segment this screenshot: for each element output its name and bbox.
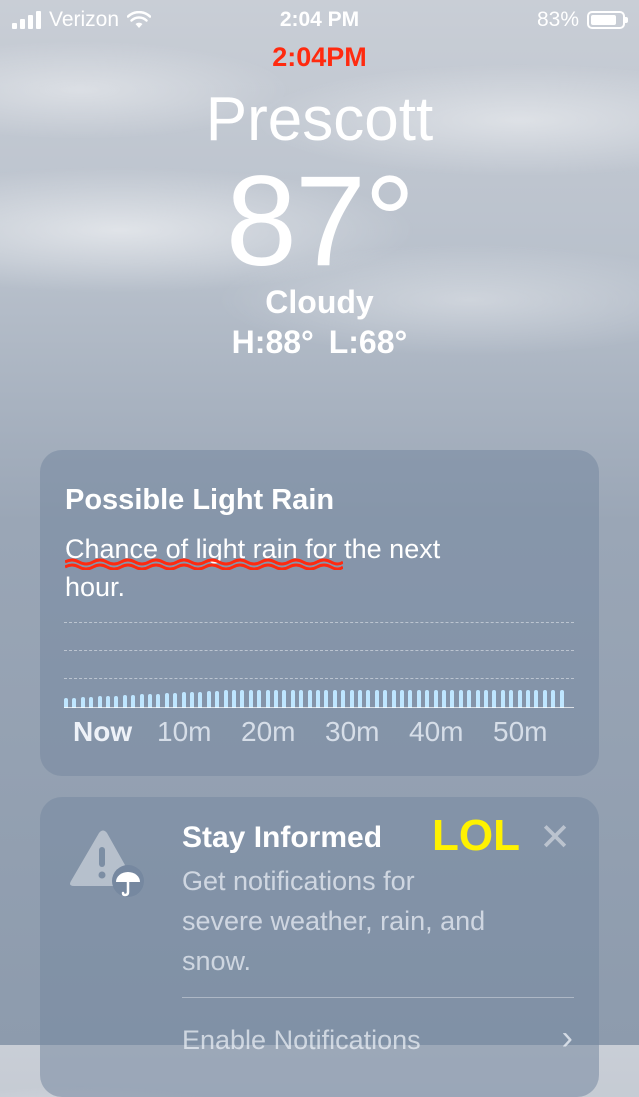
lol-annotation: LOL bbox=[432, 811, 520, 860]
divider bbox=[182, 997, 574, 998]
precipitation-bar bbox=[391, 690, 396, 708]
precipitation-bar bbox=[223, 690, 228, 708]
precipitation-bar bbox=[500, 690, 505, 708]
precipitation-bar bbox=[215, 690, 220, 708]
precipitation-bar bbox=[324, 690, 329, 708]
precipitation-bar bbox=[484, 690, 488, 708]
red-time-annotation: 2:04PM bbox=[272, 42, 367, 72]
axis-label-30m: 30m bbox=[325, 716, 380, 747]
precipitation-bar bbox=[442, 690, 446, 708]
precipitation-bar bbox=[248, 690, 253, 708]
city-name: Prescott bbox=[205, 85, 434, 154]
precipitation-bar bbox=[173, 692, 178, 708]
precipitation-title: Possible Light Rain bbox=[65, 484, 335, 516]
precipitation-bar bbox=[542, 690, 547, 708]
precipitation-bar bbox=[458, 690, 463, 708]
chart-gridline bbox=[64, 650, 574, 651]
precipitation-bar bbox=[400, 690, 404, 708]
chart-baseline bbox=[64, 707, 574, 708]
precipitation-bar bbox=[257, 690, 262, 708]
precipitation-bar bbox=[198, 691, 203, 708]
precipitation-bar bbox=[299, 690, 304, 708]
high-low-temperature: H:88° L:68° bbox=[231, 324, 408, 360]
battery-percent: 83% bbox=[536, 8, 579, 31]
precipitation-bar bbox=[551, 690, 556, 708]
precipitation-bar bbox=[509, 690, 514, 708]
status-bar: Verizon 2:04 PM 83% bbox=[0, 0, 639, 42]
precipitation-bar bbox=[139, 694, 144, 708]
precipitation-bar bbox=[148, 694, 152, 708]
chart-gridline bbox=[64, 622, 574, 623]
precipitation-bar bbox=[366, 690, 371, 708]
precipitation-bar bbox=[156, 693, 161, 708]
precipitation-bar bbox=[164, 693, 169, 708]
precipitation-bar bbox=[416, 690, 421, 708]
precipitation-bar bbox=[526, 690, 530, 708]
axis-label-50m: 50m bbox=[493, 716, 548, 747]
battery-group: 83% bbox=[536, 8, 628, 32]
precipitation-bar bbox=[290, 690, 295, 708]
precipitation-bar bbox=[307, 690, 312, 708]
axis-label-20m: 20m bbox=[241, 716, 296, 747]
precipitation-bar bbox=[492, 690, 497, 708]
current-temperature: 87° bbox=[225, 150, 416, 293]
axis-label-10m: 10m bbox=[157, 716, 212, 747]
close-icon[interactable]: ✕ bbox=[539, 815, 571, 860]
axis-label-now: Now bbox=[73, 716, 133, 747]
precipitation-bar bbox=[425, 690, 430, 708]
precipitation-bar bbox=[316, 690, 320, 708]
axis-label-40m: 40m bbox=[409, 716, 464, 747]
precipitation-bar bbox=[475, 690, 480, 708]
precipitation-bar bbox=[450, 690, 455, 708]
weather-condition: Cloudy bbox=[265, 284, 374, 320]
stay-informed-title: Stay Informed bbox=[182, 821, 383, 854]
precipitation-bar bbox=[534, 690, 539, 708]
precipitation-bar bbox=[358, 690, 362, 708]
enable-notifications-button[interactable]: Enable Notifications bbox=[182, 1025, 421, 1056]
red-scribble-annotation bbox=[65, 558, 343, 570]
precipitation-bar bbox=[517, 690, 522, 708]
precipitation-bar bbox=[341, 690, 346, 708]
precipitation-bar bbox=[408, 690, 413, 708]
battery-icon bbox=[587, 11, 628, 29]
precipitation-bars bbox=[64, 678, 574, 708]
precipitation-bar bbox=[232, 690, 236, 708]
precipitation-bar bbox=[181, 692, 186, 708]
precipitation-bar bbox=[282, 690, 287, 708]
severe-weather-warning-icon bbox=[70, 830, 144, 897]
chevron-right-icon[interactable]: › bbox=[562, 1019, 573, 1058]
precipitation-bar bbox=[349, 690, 354, 708]
precipitation-bar bbox=[433, 690, 438, 708]
stay-informed-card: Stay Informed LOL ✕ Get notifications fo… bbox=[40, 797, 599, 1097]
precipitation-bar bbox=[559, 690, 564, 708]
precipitation-bar bbox=[265, 690, 270, 708]
precipitation-bar bbox=[274, 690, 278, 708]
precipitation-chart bbox=[64, 620, 574, 714]
precipitation-bar bbox=[467, 690, 472, 708]
precipitation-bar bbox=[374, 690, 379, 708]
precipitation-card[interactable]: Possible Light Rain Chance of light rain… bbox=[40, 450, 599, 776]
precipitation-bar bbox=[383, 690, 388, 708]
precipitation-bar bbox=[206, 691, 211, 708]
precipitation-bar bbox=[190, 692, 194, 708]
stay-informed-description: Get notifications for severe weather, ra… bbox=[182, 866, 486, 976]
precipitation-bar bbox=[240, 690, 245, 708]
precipitation-bar bbox=[332, 690, 337, 708]
